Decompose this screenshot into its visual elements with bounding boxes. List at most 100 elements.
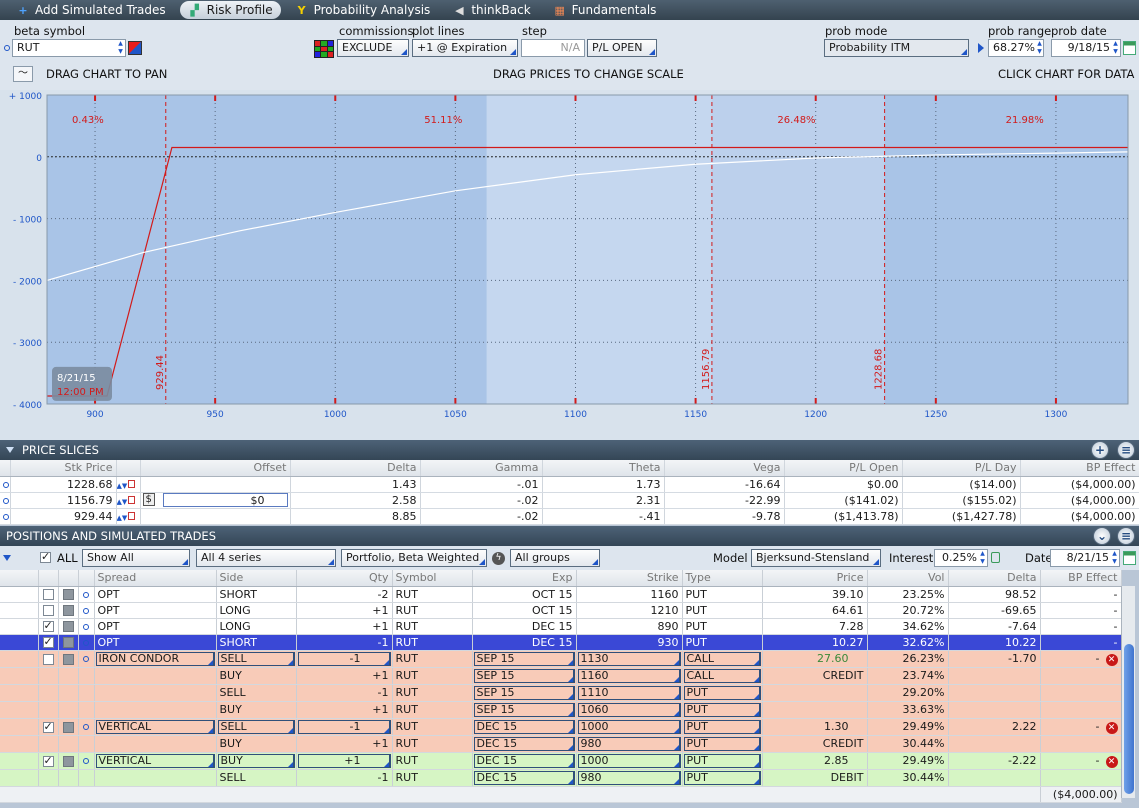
position-dot-icon[interactable]	[83, 639, 89, 646]
prob-date-spinner-icon[interactable]: ▲ ▼	[1111, 40, 1120, 56]
group-square-icon[interactable]	[62, 605, 74, 616]
position-checkbox[interactable]	[42, 754, 54, 767]
slice-price[interactable]: 929.44	[10, 508, 117, 525]
exp-cell[interactable]: DEC 15	[473, 736, 575, 751]
tab-add-simulated-trades[interactable]: + Add Simulated Trades	[8, 1, 174, 19]
strike-cell[interactable]: 1110	[577, 685, 681, 700]
chart-type-icon[interactable]: 〜	[13, 66, 33, 82]
side-cell[interactable]: SELL	[217, 651, 295, 666]
exp-cell[interactable]: SEP 15	[473, 651, 575, 666]
position-dot-icon[interactable]	[83, 656, 89, 662]
price-slice-row[interactable]: 929.44 ▲▼ 8.85 -.02 -.41 -9.78 ($1,413.78) ($1,…	[0, 508, 1139, 525]
tab-fundamentals[interactable]: ▦ Fundamentals	[545, 1, 665, 19]
slice-spinner-icon[interactable]: ▲▼	[117, 514, 128, 522]
group-square-icon[interactable]	[62, 755, 74, 767]
position-checkbox[interactable]	[42, 619, 54, 632]
exp-cell[interactable]: SEP 15	[473, 702, 575, 717]
position-dot-icon[interactable]	[83, 758, 89, 764]
type-cell[interactable]: CALL	[683, 668, 761, 683]
tab-risk-profile[interactable]: ▞ Risk Profile	[179, 1, 281, 19]
symbol-color-icon[interactable]	[128, 41, 142, 55]
spread-cell[interactable]: IRON CONDOR	[95, 651, 215, 666]
strike-cell[interactable]: 980	[577, 770, 681, 785]
groups-filter-dropdown[interactable]: All groups	[510, 549, 600, 567]
collapse-arrow-icon[interactable]	[6, 447, 14, 453]
add-slice-icon[interactable]: +	[1091, 441, 1109, 459]
calendar-icon[interactable]	[1123, 41, 1136, 55]
slice-spinner-icon[interactable]: ▲▼	[117, 498, 128, 506]
plot-lines-dropdown[interactable]: +1 @ Expiration	[412, 39, 518, 57]
risk-profile-chart[interactable]: + 1000 0 - 1000 - 2000 - 3000 - 4000 900 950 100…	[0, 90, 1139, 440]
type-cell[interactable]: PUT	[683, 702, 761, 717]
position-dot-icon[interactable]	[83, 724, 89, 730]
position-dot-icon[interactable]	[83, 623, 89, 630]
spread-cell[interactable]: VERTICAL	[95, 719, 215, 734]
exp-cell[interactable]: DEC 15	[473, 719, 575, 734]
slice-dot-icon[interactable]	[3, 513, 9, 520]
type-cell[interactable]: PUT	[683, 719, 761, 734]
position-checkbox[interactable]	[42, 653, 54, 665]
slice-dot-icon[interactable]	[3, 497, 9, 504]
position-row[interactable]: OPT SHORT -2 RUT OCT 15 1160 PUT 39.10 23.25% 98.…	[0, 586, 1122, 603]
exp-cell[interactable]: SEP 15	[473, 668, 575, 683]
select-all-checkbox[interactable]	[40, 550, 51, 563]
strike-cell[interactable]: 1060	[577, 702, 681, 717]
dollar-toggle-icon[interactable]: $	[142, 493, 155, 506]
scrollbar-thumb[interactable]	[1124, 644, 1134, 794]
group-square-icon[interactable]	[62, 721, 74, 733]
type-cell[interactable]: CALL	[683, 651, 761, 666]
type-cell[interactable]: PUT	[683, 736, 761, 751]
slice-lock-icon[interactable]	[128, 511, 136, 520]
play-arrow-icon[interactable]	[978, 43, 984, 53]
group-square-icon[interactable]	[62, 653, 74, 665]
type-cell[interactable]: PUT	[683, 753, 761, 768]
position-checkbox[interactable]	[42, 635, 54, 648]
positions-header[interactable]: POSITIONS AND SIMULATED TRADES ⌄ ≡	[0, 526, 1139, 546]
prob-mode-dropdown[interactable]: Probability ITM	[824, 39, 969, 57]
position-checkbox[interactable]	[42, 605, 54, 616]
strike-cell[interactable]: 1000	[577, 719, 681, 734]
slice-lock-icon[interactable]	[128, 479, 136, 488]
side-cell[interactable]: BUY	[217, 753, 295, 768]
group-square-icon[interactable]	[62, 621, 74, 632]
spread-cell[interactable]: VERTICAL	[95, 753, 215, 768]
position-row[interactable]: SELL -1 RUT SEP 15 1110 PUT 29.20%	[0, 684, 1122, 702]
position-dot-icon[interactable]	[83, 591, 89, 598]
weighting-dropdown[interactable]: Portfolio, Beta Weighted	[341, 549, 487, 567]
date-calendar-icon[interactable]	[1123, 551, 1136, 565]
position-row[interactable]: SELL -1 RUT DEC 15 980 PUT DEBIT 30.44%	[0, 769, 1122, 787]
side-cell[interactable]: SELL	[217, 719, 295, 734]
price-cell[interactable]: 27.60	[762, 650, 868, 668]
pl-mode-dropdown[interactable]: P/L OPEN	[587, 39, 657, 57]
lock-icon[interactable]	[991, 552, 1000, 563]
show-filter-dropdown[interactable]: Show All	[82, 549, 190, 567]
positions-menu-icon[interactable]: ≡	[1117, 527, 1135, 545]
price-cell[interactable]: 1.30	[762, 718, 868, 736]
slice-offset-input[interactable]: $0	[162, 493, 288, 507]
remove-trade-icon[interactable]: ✕	[1105, 653, 1118, 666]
qty-cell[interactable]: -1	[297, 651, 391, 666]
position-row[interactable]: BUY +1 RUT SEP 15 1160 CALL CREDIT 23.74%	[0, 667, 1122, 685]
position-row[interactable]: VERTICALBUY+1RUTDEC 151000PUT2.8529.49%-…	[0, 752, 1122, 770]
panel-menu-icon[interactable]: ≡	[1117, 441, 1135, 459]
slice-price[interactable]: 1156.79	[10, 492, 117, 509]
position-row[interactable]: BUY +1 RUT SEP 15 1060 PUT 33.63%	[0, 701, 1122, 719]
position-row[interactable]: BUY +1 RUT DEC 15 980 PUT CREDIT 30.44%	[0, 735, 1122, 753]
commissions-dropdown[interactable]: EXCLUDE	[337, 39, 409, 57]
position-row[interactable]: OPTLONG+1RUTDEC 15890PUT7.2834.62%-7.64 -	[0, 618, 1122, 635]
positions-scrollbar[interactable]	[1121, 586, 1135, 798]
position-checkbox[interactable]	[42, 720, 54, 733]
strike-cell[interactable]: 1000	[577, 753, 681, 768]
strike-cell[interactable]: 1160	[577, 668, 681, 683]
beta-symbol-spinner-icon[interactable]: ▲ ▼	[116, 40, 125, 56]
slice-lock-icon[interactable]	[128, 495, 136, 504]
prob-range-spinner-icon[interactable]: ▲ ▼	[1035, 40, 1044, 56]
remove-trade-icon[interactable]: ✕	[1105, 755, 1118, 768]
beta-symbol-input[interactable]: RUT	[12, 39, 126, 57]
slice-spinner-icon[interactable]: ▲▼	[117, 482, 128, 490]
qty-cell[interactable]: +1	[297, 753, 391, 768]
price-slice-row[interactable]: 1228.68 ▲▼ 1.43 -.01 1.73 -16.64 $0.00 ($14.00)…	[0, 476, 1139, 493]
lightning-icon[interactable]: ϟ	[492, 552, 505, 565]
price-slice-row[interactable]: 1156.79 ▲▼ $ $0 2.58 -.02 2.31 -22.99 ($141.02)(…	[0, 492, 1139, 509]
position-row[interactable]: IRON CONDOR SELL -1 RUT SEP 15 1130 CALL 27.60 2…	[0, 650, 1122, 668]
